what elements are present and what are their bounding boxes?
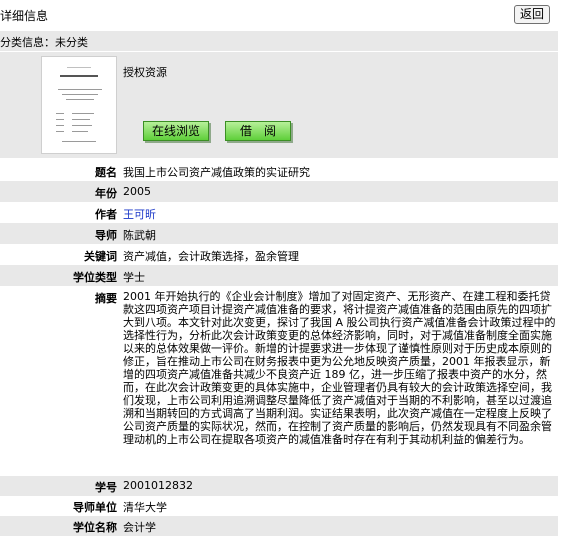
title-value: 我国上市公司资产减值政策的实证研究: [123, 166, 310, 179]
page-title: 详细信息: [0, 9, 49, 23]
title-row: 题名 我国上市公司资产减值政策的实证研究: [0, 160, 558, 181]
online-browse-button[interactable]: 在线浏览: [143, 121, 209, 141]
cover-line: [62, 141, 96, 142]
year-value: 2005: [123, 185, 151, 198]
major-value: 会计学: [123, 521, 156, 534]
cover-line: [72, 131, 88, 132]
back-button[interactable]: 返回: [514, 5, 550, 24]
cover-line: [72, 125, 92, 126]
degree-label: 学位类型: [73, 271, 117, 284]
category-row: 分类信息：未分类: [0, 31, 558, 51]
header-bar: 详细信息 返回: [0, 0, 576, 30]
year-row: 年份 2005: [0, 181, 558, 202]
unit-row: 导师单位 清华大学: [0, 496, 558, 516]
author-link[interactable]: 王可昕: [123, 206, 156, 222]
unit-label: 导师单位: [73, 501, 117, 514]
year-label: 年份: [95, 187, 117, 200]
author-row: 作者 王可昕: [0, 202, 558, 223]
major-label: 学位名称: [73, 521, 117, 534]
cover-line: [56, 131, 64, 132]
resource-card: 授权资源 在线浏览 借 阅: [0, 52, 558, 158]
cover-line: [67, 67, 91, 68]
advisor-label: 导师: [95, 229, 117, 242]
student-id-label: 学号: [95, 481, 117, 494]
cover-line: [56, 113, 64, 114]
abstract-row: 摘要 2001 年开始执行的《企业会计制度》增加了对固定资产、无形资产、在建工程…: [0, 286, 558, 474]
cover-line: [66, 99, 94, 100]
title-label: 题名: [95, 166, 117, 179]
thesis-cover-thumbnail[interactable]: [41, 56, 117, 154]
abstract-text: 2001 年开始执行的《企业会计制度》增加了对固定资产、无形资产、在建工程和委托…: [123, 290, 556, 446]
advisor-value: 陈武朝: [123, 229, 156, 242]
category-text: 分类信息：未分类: [0, 36, 88, 49]
degree-row: 学位类型 学士: [0, 265, 558, 286]
keywords-row: 关键词 资产减值，会计政策选择，盈余管理: [0, 244, 558, 265]
student-id-row: 学号 2001012832: [0, 476, 558, 496]
cover-line: [56, 119, 64, 120]
advisor-row: 导师 陈武朝: [0, 223, 558, 244]
abstract-label: 摘要: [95, 292, 117, 305]
major-row: 学位名称 会计学: [0, 516, 558, 536]
cover-line: [62, 94, 98, 95]
cover-line: [72, 113, 94, 114]
cover-line: [60, 75, 98, 77]
borrow-button[interactable]: 借 阅: [225, 121, 291, 141]
degree-value: 学士: [123, 271, 145, 284]
author-label: 作者: [95, 208, 117, 221]
keywords-label: 关键词: [84, 250, 117, 263]
auth-resource-label: 授权资源: [123, 66, 167, 79]
student-id-value: 2001012832: [123, 479, 193, 492]
unit-value: 清华大学: [123, 501, 167, 514]
keywords-value: 资产减值，会计政策选择，盈余管理: [123, 250, 299, 263]
cover-line: [58, 89, 102, 90]
cover-line: [72, 119, 90, 120]
cover-line: [56, 125, 64, 126]
